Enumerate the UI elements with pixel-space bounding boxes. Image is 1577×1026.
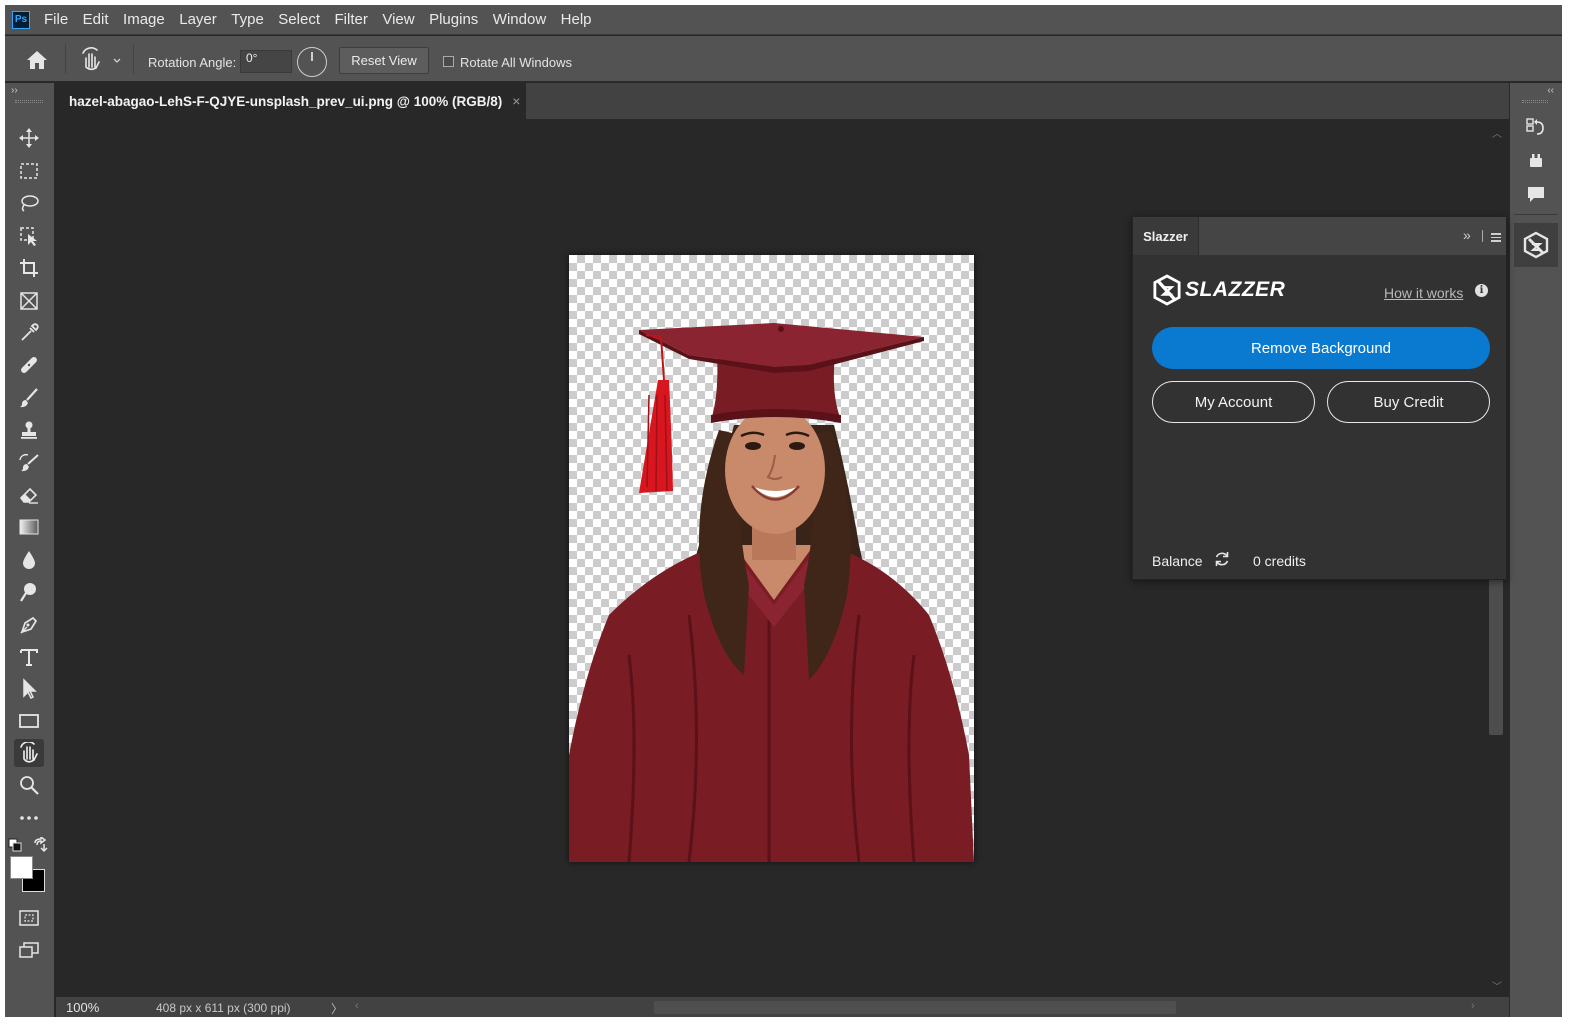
type-icon[interactable] (14, 643, 44, 671)
dock-separator (1514, 214, 1558, 215)
remove-background-button[interactable]: Remove Background (1152, 327, 1490, 369)
collapse-panel-icon[interactable]: » (1463, 227, 1471, 243)
slazzer-logo: SLAZZER (1153, 274, 1285, 306)
how-it-works-link[interactable]: How it works (1384, 285, 1463, 301)
menu-type[interactable]: Type (231, 11, 264, 28)
menu-window[interactable]: Window (493, 11, 546, 28)
collapse-dock-icon[interactable]: ‹‹ (1547, 85, 1554, 96)
quick-mask-icon[interactable] (14, 904, 44, 932)
toolbar-grip[interactable] (15, 100, 43, 103)
comments-panel-icon[interactable] (1522, 180, 1550, 208)
rotate-all-windows-checkbox[interactable] (443, 56, 454, 67)
scroll-left-icon[interactable]: ‹ (355, 1000, 359, 1012)
document-info: 408 px x 611 px (300 ppi) (156, 1001, 291, 1015)
menu-image[interactable]: Image (123, 11, 165, 28)
scroll-down-icon[interactable]: ﹀ (1492, 978, 1502, 993)
document-tab[interactable]: hazel-abagao-LehS-F-QJYE-unsplash_prev_u… (56, 83, 526, 119)
path-select-icon[interactable] (14, 675, 44, 703)
buy-credit-button[interactable]: Buy Credit (1327, 381, 1490, 423)
menu-view[interactable]: View (382, 11, 414, 28)
screen-mode-icon[interactable] (14, 936, 44, 964)
stamp-icon[interactable] (14, 416, 44, 444)
gradient-icon[interactable] (14, 513, 44, 541)
slazzer-tab[interactable]: Slazzer (1133, 217, 1199, 255)
menu-select[interactable]: Select (278, 11, 320, 28)
rotation-angle-label: Rotation Angle: (148, 55, 237, 70)
hand-icon[interactable] (14, 739, 44, 767)
menu-layer[interactable]: Layer (179, 11, 217, 28)
options-separator (133, 44, 134, 74)
options-bar: Rotation Angle: 0° Reset View Rotate All… (5, 36, 1562, 82)
close-tab-icon[interactable]: × (512, 93, 520, 109)
credits-balance: 0 credits (1253, 553, 1306, 569)
slazzer-dock-icon[interactable] (1514, 223, 1558, 267)
menu-bar: Ps File Edit Image Layer Type Select Fil… (5, 5, 1562, 35)
refresh-icon[interactable] (1213, 550, 1231, 568)
document-tab-bar: hazel-abagao-LehS-F-QJYE-unsplash_prev_u… (56, 83, 1509, 119)
rectangle-icon[interactable] (14, 707, 44, 735)
crop-icon[interactable] (14, 254, 44, 282)
history-panel-icon[interactable] (1522, 113, 1550, 141)
blur-icon[interactable] (14, 546, 44, 574)
frame-icon[interactable] (14, 287, 44, 315)
slazzer-panel: Slazzer » SLAZZER How it works i Remove … (1132, 216, 1507, 580)
panel-menu-icon[interactable] (1491, 233, 1501, 244)
options-separator (65, 44, 66, 74)
swap-colors-icon[interactable] (32, 835, 48, 853)
move-icon[interactable] (14, 124, 44, 152)
history-brush-icon[interactable] (14, 449, 44, 477)
more-icon[interactable] (14, 804, 44, 832)
rotation-angle-input[interactable]: 0° (240, 50, 292, 73)
default-colors-icon[interactable] (8, 838, 22, 852)
header-divider (1482, 230, 1483, 242)
vertical-scroll-thumb[interactable] (1489, 579, 1503, 735)
status-menu-arrow-icon[interactable]: 〉 (331, 1000, 343, 1017)
collapse-toolbar-icon[interactable]: ›› (11, 85, 18, 96)
lasso-icon[interactable] (14, 189, 44, 217)
plugins-panel-icon[interactable] (1522, 147, 1550, 175)
document-canvas[interactable] (569, 255, 974, 862)
eraser-icon[interactable] (14, 481, 44, 509)
pen-icon[interactable] (14, 611, 44, 639)
brush-icon[interactable] (14, 384, 44, 412)
zoom-level[interactable]: 100% (66, 1000, 99, 1015)
slazzer-wordmark: SLAZZER (1185, 278, 1286, 301)
rotation-dial[interactable] (297, 47, 327, 77)
my-account-button[interactable]: My Account (1152, 381, 1315, 423)
photoshop-logo-icon[interactable]: Ps (12, 10, 30, 29)
marquee-icon[interactable] (14, 157, 44, 185)
menu-filter[interactable]: Filter (335, 11, 368, 28)
reset-view-button[interactable]: Reset View (339, 47, 429, 74)
balance-label: Balance (1152, 553, 1203, 569)
status-bar: 100% 408 px x 611 px (300 ppi) 〉 ‹ › (56, 997, 1509, 1017)
home-icon[interactable] (25, 49, 49, 71)
eyedropper-icon[interactable] (14, 319, 44, 347)
info-icon[interactable]: i (1475, 284, 1488, 297)
scroll-right-icon[interactable]: › (1471, 1000, 1475, 1012)
menu-help[interactable]: Help (561, 11, 592, 28)
document-tab-title: hazel-abagao-LehS-F-QJYE-unsplash_prev_u… (69, 93, 503, 109)
foreground-color-swatch[interactable] (10, 856, 33, 879)
slazzer-panel-header: Slazzer » (1133, 217, 1506, 255)
dodge-icon[interactable] (14, 578, 44, 606)
tools-panel: ›› (5, 83, 55, 1017)
menu-plugins[interactable]: Plugins (429, 11, 478, 28)
rotate-all-windows-label: Rotate All Windows (460, 55, 572, 70)
tool-preset-picker[interactable] (78, 47, 124, 73)
dock-grip[interactable] (1522, 100, 1548, 103)
menu-edit[interactable]: Edit (83, 11, 109, 28)
healing-icon[interactable] (14, 351, 44, 379)
slazzer-logo-icon (1153, 274, 1181, 306)
menu-file[interactable]: File (44, 11, 68, 28)
graduate-portrait-image (569, 323, 974, 862)
scroll-up-icon[interactable]: ︿ (1492, 125, 1502, 140)
object-select-icon[interactable] (14, 222, 44, 250)
photoshop-window: Ps File Edit Image Layer Type Select Fil… (5, 5, 1562, 1017)
horizontal-scroll-thumb[interactable] (654, 1001, 1176, 1014)
zoom-icon[interactable] (14, 771, 44, 799)
right-panel-dock: ‹‹ (1509, 83, 1562, 1017)
